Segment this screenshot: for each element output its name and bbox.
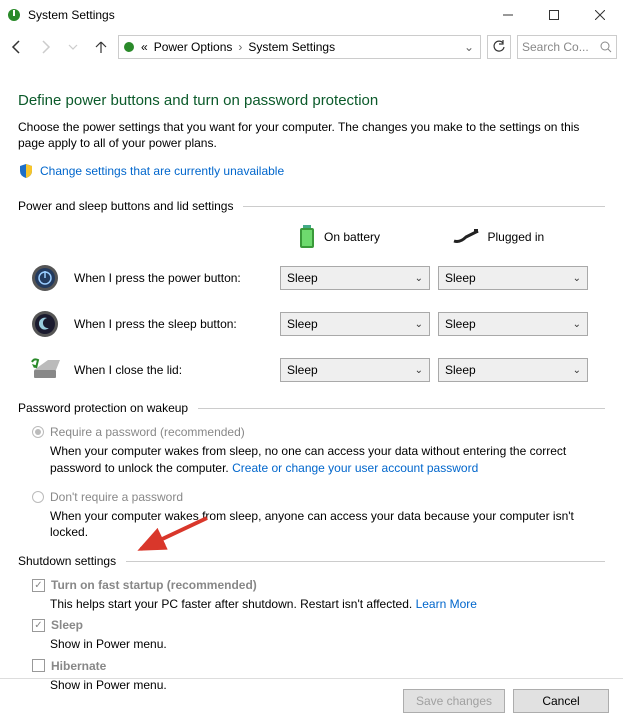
col-plugged-label: Plugged in — [488, 230, 545, 244]
plug-icon — [452, 229, 480, 245]
divider — [126, 561, 605, 562]
checkbox-icon — [32, 659, 45, 672]
chevron-down-icon: ⌄ — [573, 365, 581, 376]
app-icon — [6, 7, 22, 23]
breadcrumb-prefix: « — [139, 40, 150, 54]
address-icon — [121, 39, 137, 55]
save-button[interactable]: Save changes — [403, 689, 505, 713]
chevron-down-icon[interactable]: ⌄ — [460, 40, 478, 54]
breadcrumb-seg-2[interactable]: System Settings — [246, 40, 337, 54]
back-button[interactable] — [6, 36, 28, 58]
breadcrumb-seg-1[interactable]: Power Options — [152, 40, 235, 54]
chevron-right-icon: › — [236, 40, 244, 54]
divider — [243, 206, 605, 207]
battery-icon — [298, 223, 316, 251]
chevron-down-icon: ⌄ — [415, 273, 423, 284]
nav-bar: « Power Options › System Settings ⌄ Sear… — [0, 30, 623, 64]
fast-startup-desc: This helps start your PC faster after sh… — [50, 596, 605, 612]
fast-startup-label: Turn on fast startup (recommended) — [51, 578, 257, 592]
radio-no-password-label: Don't require a password — [50, 490, 183, 504]
chevron-down-icon: ⌄ — [573, 273, 581, 284]
page-heading: Define power buttons and turn on passwor… — [18, 92, 605, 109]
address-bar[interactable]: « Power Options › System Settings ⌄ — [118, 35, 481, 59]
close-button[interactable] — [577, 0, 623, 30]
radio-icon — [32, 426, 44, 438]
row-power-button: When I press the power button: Sleep⌄ Sl… — [18, 263, 605, 293]
radio-icon — [32, 491, 44, 503]
row-lid-label: When I close the lid: — [74, 363, 280, 377]
row-sleep-button: When I press the sleep button: Sleep⌄ Sl… — [18, 309, 605, 339]
hibernate-label: Hibernate — [51, 659, 106, 673]
window-title: System Settings — [28, 8, 115, 22]
search-placeholder: Search Co... — [522, 40, 596, 54]
row-sleep-label: When I press the sleep button: — [74, 317, 280, 331]
check-hibernate: Hibernate — [32, 659, 605, 673]
checkbox-icon — [32, 619, 45, 632]
create-password-link[interactable]: Create or change your user account passw… — [232, 461, 478, 475]
select-lid-plugged[interactable]: Sleep⌄ — [438, 358, 588, 382]
title-bar: System Settings — [0, 0, 623, 30]
select-sleep-plugged[interactable]: Sleep⌄ — [438, 312, 588, 336]
require-password-desc: When your computer wakes from sleep, no … — [50, 443, 605, 475]
no-password-desc: When your computer wakes from sleep, any… — [50, 508, 605, 540]
section-shutdown-title: Shutdown settings — [18, 554, 116, 568]
maximize-button[interactable] — [531, 0, 577, 30]
shield-icon — [18, 163, 34, 179]
page-description: Choose the power settings that you want … — [18, 119, 605, 151]
recent-dropdown[interactable] — [62, 36, 84, 58]
check-fast-startup: Turn on fast startup (recommended) — [32, 578, 605, 592]
chevron-down-icon: ⌄ — [573, 319, 581, 330]
select-power-battery[interactable]: Sleep⌄ — [280, 266, 430, 290]
check-sleep: Sleep — [32, 618, 605, 632]
select-sleep-battery[interactable]: Sleep⌄ — [280, 312, 430, 336]
sleep-desc: Show in Power menu. — [50, 636, 605, 652]
refresh-button[interactable] — [487, 35, 511, 59]
row-close-lid: When I close the lid: Sleep⌄ Sleep⌄ — [18, 355, 605, 385]
checkbox-icon — [32, 579, 45, 592]
sleep-button-icon — [30, 309, 60, 339]
forward-button[interactable] — [34, 36, 56, 58]
divider — [198, 408, 605, 409]
change-settings-link[interactable]: Change settings that are currently unava… — [40, 164, 284, 178]
search-input[interactable]: Search Co... — [517, 35, 617, 59]
select-lid-battery[interactable]: Sleep⌄ — [280, 358, 430, 382]
radio-require-password-label: Require a password (recommended) — [50, 425, 245, 439]
cancel-button[interactable]: Cancel — [513, 689, 609, 713]
section-password-title: Password protection on wakeup — [18, 401, 188, 415]
divider — [0, 678, 623, 679]
lid-icon — [30, 355, 60, 385]
chevron-down-icon: ⌄ — [415, 365, 423, 376]
up-button[interactable] — [90, 36, 112, 58]
select-power-plugged[interactable]: Sleep⌄ — [438, 266, 588, 290]
chevron-down-icon: ⌄ — [415, 319, 423, 330]
minimize-button[interactable] — [485, 0, 531, 30]
power-button-icon — [30, 263, 60, 293]
sleep-label: Sleep — [51, 618, 83, 632]
radio-no-password: Don't require a password — [32, 490, 605, 504]
row-power-label: When I press the power button: — [74, 271, 280, 285]
learn-more-link[interactable]: Learn More — [416, 597, 477, 611]
section-power-buttons-title: Power and sleep buttons and lid settings — [18, 199, 233, 213]
radio-require-password: Require a password (recommended) — [32, 425, 605, 439]
col-battery-label: On battery — [324, 230, 380, 244]
search-icon — [600, 41, 612, 53]
